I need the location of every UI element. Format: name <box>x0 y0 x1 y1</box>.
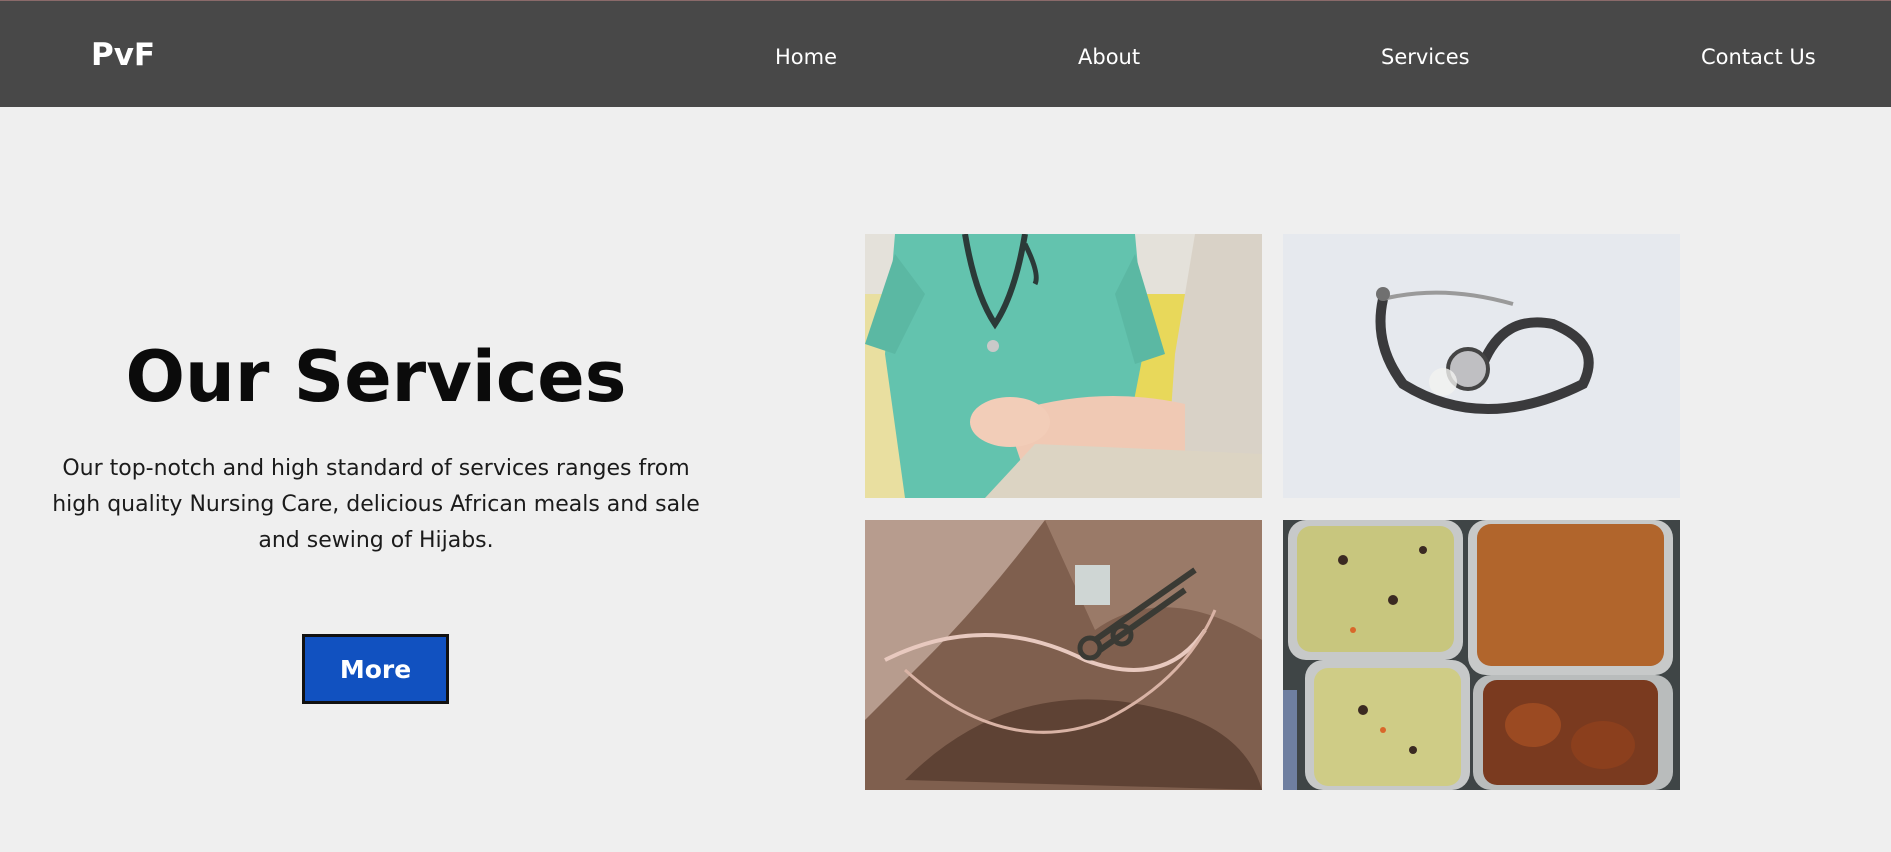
hijab-fabric-image <box>865 520 1262 790</box>
more-button[interactable]: More <box>302 634 449 704</box>
top-navbar: PvF Home About Services Contact Us <box>0 0 1891 107</box>
nav-link-services[interactable]: Services <box>1381 45 1470 69</box>
nursing-care-image <box>865 234 1262 498</box>
nav-link-about[interactable]: About <box>1078 45 1140 69</box>
services-description: Our top-notch and high standard of servi… <box>52 456 700 553</box>
nav-link-contact[interactable]: Contact Us <box>1701 45 1816 69</box>
nav-link-home[interactable]: Home <box>775 45 837 69</box>
stethoscope-image <box>1283 234 1680 498</box>
african-meals-image <box>1283 520 1680 790</box>
site-logo[interactable]: PvF <box>91 37 155 73</box>
page-title: Our Services <box>125 336 627 418</box>
